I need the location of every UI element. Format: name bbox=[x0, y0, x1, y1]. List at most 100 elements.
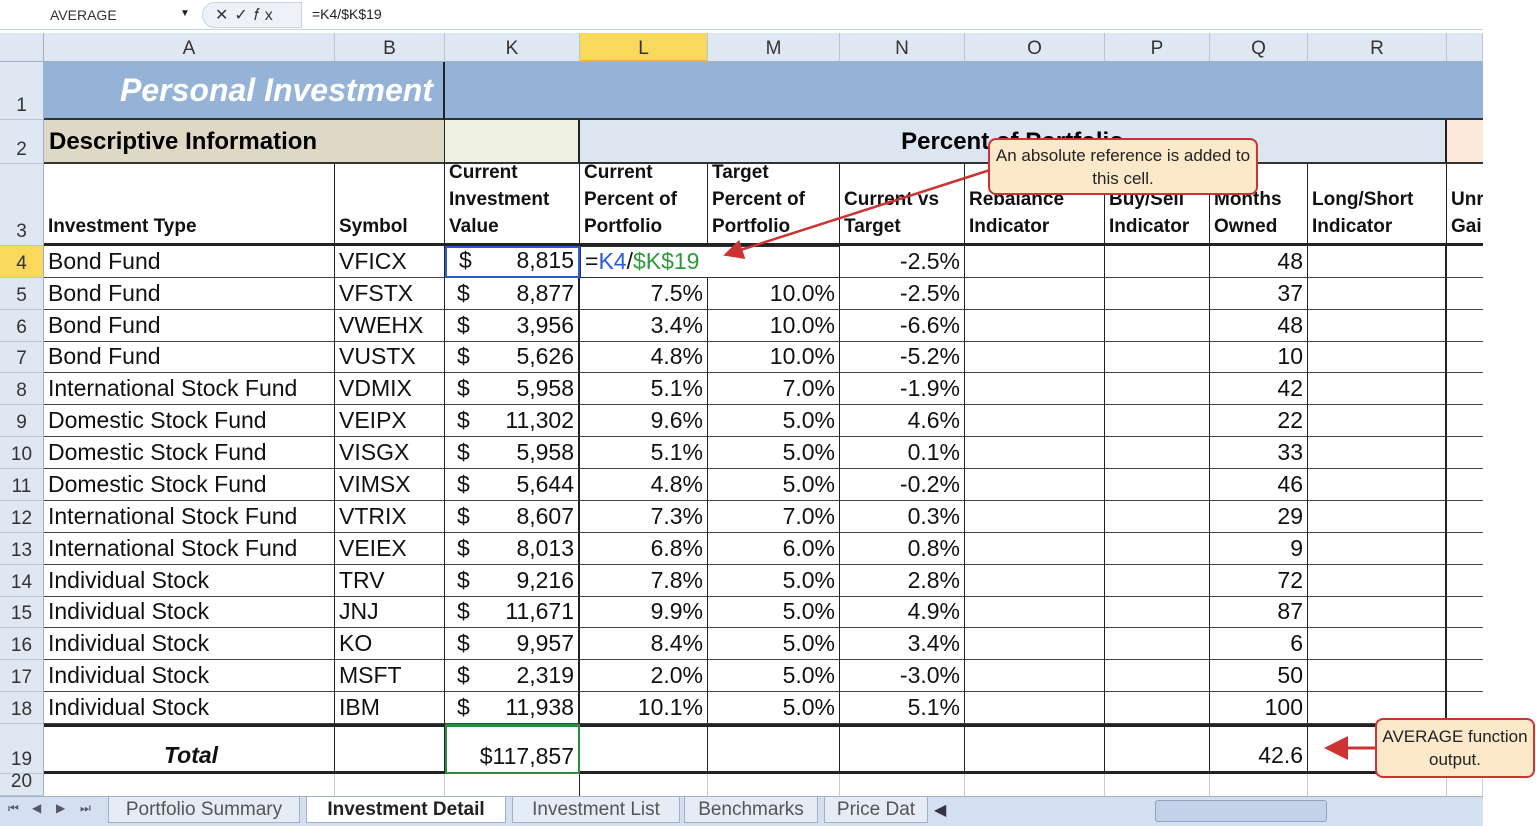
rebalance-cell[interactable] bbox=[965, 310, 1105, 342]
investment-type-cell[interactable]: Individual Stock bbox=[44, 597, 335, 628]
months-owned-cell[interactable]: 100 bbox=[1210, 692, 1308, 724]
long-short-cell[interactable] bbox=[1308, 373, 1447, 405]
unrealized-gain-cell[interactable] bbox=[1447, 469, 1483, 501]
row20-cell[interactable] bbox=[1105, 774, 1210, 796]
long-short-cell[interactable] bbox=[1308, 310, 1447, 342]
column-title[interactable]: Investment Type bbox=[44, 164, 335, 246]
current-percent-cell[interactable]: 9.6% bbox=[580, 405, 708, 437]
current-vs-target-cell[interactable]: 2.8% bbox=[840, 565, 965, 597]
row-header-17[interactable]: 17 bbox=[0, 660, 44, 692]
months-owned-cell[interactable]: 22 bbox=[1210, 405, 1308, 437]
row20-cell[interactable] bbox=[335, 774, 445, 796]
current-vs-target-cell[interactable]: 5.1% bbox=[840, 692, 965, 724]
column-title[interactable]: Symbol bbox=[335, 164, 445, 246]
sheet-tab-price-dat[interactable]: Price Dat bbox=[824, 797, 928, 823]
unrealized-gain-cell[interactable] bbox=[1447, 405, 1483, 437]
investment-type-cell[interactable]: Domestic Stock Fund bbox=[44, 405, 335, 437]
row-header-10[interactable]: 10 bbox=[0, 437, 44, 469]
current-vs-target-cell[interactable]: 0.3% bbox=[840, 501, 965, 533]
row-header-15[interactable]: 15 bbox=[0, 597, 44, 628]
column-header-m[interactable]: M bbox=[708, 33, 840, 62]
row-header-6[interactable]: 6 bbox=[0, 310, 44, 342]
months-owned-cell[interactable]: 72 bbox=[1210, 565, 1308, 597]
investment-type-cell[interactable]: Individual Stock bbox=[44, 692, 335, 724]
investment-value-cell[interactable]: $5,644 bbox=[445, 469, 580, 501]
investment-value-cell[interactable]: $5,958 bbox=[445, 373, 580, 405]
row-header-8[interactable]: 8 bbox=[0, 373, 44, 405]
investment-value-cell[interactable]: $11,938 bbox=[445, 692, 580, 724]
column-header-o[interactable]: O bbox=[965, 33, 1105, 62]
row-header-16[interactable]: 16 bbox=[0, 628, 44, 660]
symbol-cell[interactable]: VWEHX bbox=[335, 310, 445, 342]
target-percent-cell[interactable]: 5.0% bbox=[708, 692, 840, 724]
sheet-tab-portfolio-summary[interactable]: Portfolio Summary bbox=[108, 797, 300, 823]
rebalance-cell[interactable] bbox=[965, 437, 1105, 469]
name-box[interactable]: AVERAGE bbox=[0, 2, 196, 28]
total-row-cell[interactable] bbox=[335, 724, 445, 774]
buy-sell-cell[interactable] bbox=[1105, 373, 1210, 405]
months-owned-cell[interactable]: 42 bbox=[1210, 373, 1308, 405]
row-header-20[interactable]: 20 bbox=[0, 771, 44, 796]
current-percent-cell[interactable]: 7.8% bbox=[580, 565, 708, 597]
rebalance-cell[interactable] bbox=[965, 501, 1105, 533]
buy-sell-cell[interactable] bbox=[1105, 405, 1210, 437]
sheet-nav-first-icon[interactable]: ⏮ bbox=[8, 801, 19, 816]
buy-sell-cell[interactable] bbox=[1105, 533, 1210, 565]
cell-l4-editing[interactable]: = K4/$K$19 bbox=[580, 246, 840, 278]
unrealized-gain-cell[interactable] bbox=[1447, 597, 1483, 628]
target-percent-cell[interactable]: 5.0% bbox=[708, 469, 840, 501]
months-owned-cell[interactable]: 10 bbox=[1210, 342, 1308, 373]
buy-sell-cell[interactable] bbox=[1105, 246, 1210, 278]
unrealized-gain-cell[interactable] bbox=[1447, 278, 1483, 310]
buy-sell-cell[interactable] bbox=[1105, 660, 1210, 692]
row20-cell[interactable] bbox=[840, 774, 965, 796]
current-percent-cell[interactable]: 8.4% bbox=[580, 628, 708, 660]
unrealized-gain-cell[interactable] bbox=[1447, 660, 1483, 692]
investment-value-cell[interactable]: $8,013 bbox=[445, 533, 580, 565]
investment-value-cell[interactable]: $11,671 bbox=[445, 597, 580, 628]
column-title[interactable]: Unr Gai bbox=[1447, 164, 1483, 246]
current-vs-target-cell[interactable]: -6.6% bbox=[840, 310, 965, 342]
symbol-cell[interactable]: VISGX bbox=[335, 437, 445, 469]
investment-type-cell[interactable]: Domestic Stock Fund bbox=[44, 437, 335, 469]
investment-value-cell[interactable]: $2,319 bbox=[445, 660, 580, 692]
current-percent-cell[interactable]: 4.8% bbox=[580, 469, 708, 501]
rebalance-cell[interactable] bbox=[965, 278, 1105, 310]
row-header-18[interactable]: 18 bbox=[0, 692, 44, 724]
investment-type-cell[interactable]: Domestic Stock Fund bbox=[44, 469, 335, 501]
investment-value-cell[interactable]: $5,626 bbox=[445, 342, 580, 373]
buy-sell-cell[interactable] bbox=[1105, 565, 1210, 597]
months-owned-cell[interactable]: 46 bbox=[1210, 469, 1308, 501]
rebalance-cell[interactable] bbox=[965, 373, 1105, 405]
unrealized-gain-cell[interactable] bbox=[1447, 310, 1483, 342]
buy-sell-cell[interactable] bbox=[1105, 692, 1210, 724]
buy-sell-cell[interactable] bbox=[1105, 278, 1210, 310]
row-header-5[interactable]: 5 bbox=[0, 278, 44, 310]
column-header-n[interactable]: N bbox=[840, 33, 965, 62]
symbol-cell[interactable]: KO bbox=[335, 628, 445, 660]
rebalance-cell[interactable] bbox=[965, 597, 1105, 628]
investment-value-cell[interactable]: $5,958 bbox=[445, 437, 580, 469]
current-percent-cell[interactable]: 5.1% bbox=[580, 437, 708, 469]
column-header-s[interactable] bbox=[1447, 33, 1483, 62]
column-header-p[interactable]: P bbox=[1105, 33, 1210, 62]
formula-buttons[interactable]: ✕✓𝑓x bbox=[202, 2, 302, 28]
investment-type-cell[interactable]: International Stock Fund bbox=[44, 501, 335, 533]
row-header-14[interactable]: 14 bbox=[0, 565, 44, 597]
column-title[interactable]: Current vs Target bbox=[840, 164, 965, 246]
current-vs-target-cell[interactable]: 4.9% bbox=[840, 597, 965, 628]
sheet-tab-investment-detail[interactable]: Investment Detail bbox=[306, 797, 506, 823]
target-percent-cell[interactable]: 5.0% bbox=[708, 405, 840, 437]
row20-cell[interactable] bbox=[965, 774, 1105, 796]
investment-type-cell[interactable]: International Stock Fund bbox=[44, 533, 335, 565]
unrealized-gain-cell[interactable] bbox=[1447, 501, 1483, 533]
long-short-cell[interactable] bbox=[1308, 405, 1447, 437]
investment-type-cell[interactable]: Bond Fund bbox=[44, 310, 335, 342]
total-row-cell[interactable] bbox=[580, 724, 708, 774]
buy-sell-cell[interactable] bbox=[1105, 501, 1210, 533]
months-owned-cell[interactable]: 29 bbox=[1210, 501, 1308, 533]
long-short-cell[interactable] bbox=[1308, 278, 1447, 310]
unrealized-gain-cell[interactable] bbox=[1447, 373, 1483, 405]
row-header-7[interactable]: 7 bbox=[0, 342, 44, 373]
sheet-tab-benchmarks[interactable]: Benchmarks bbox=[684, 797, 818, 823]
